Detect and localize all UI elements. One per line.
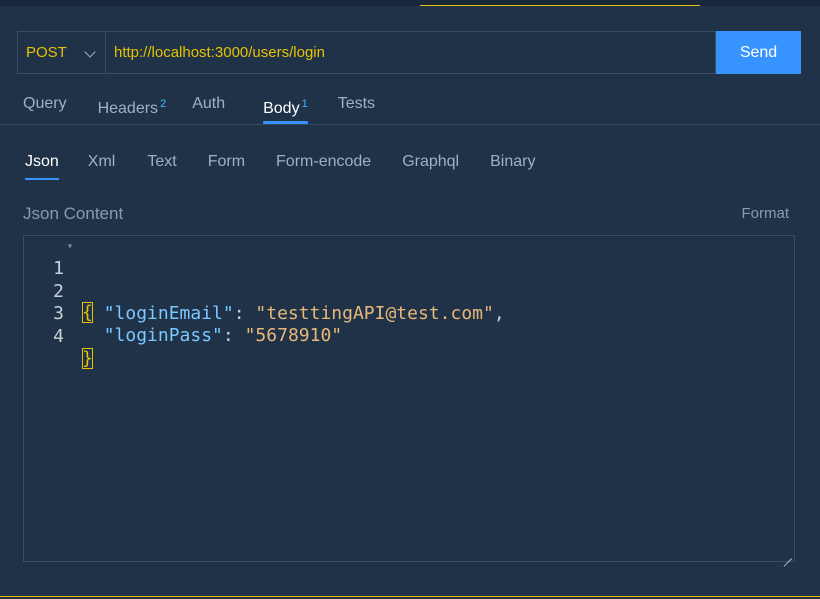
tab-badge: 2 xyxy=(160,98,167,110)
body-type-graphql[interactable]: Graphql xyxy=(402,152,459,180)
editor-line: 3 "loginPass": "5678910" xyxy=(24,281,342,346)
request-bar: POST Send xyxy=(17,31,801,74)
tabs-divider xyxy=(0,124,820,125)
editor-line: 2 "loginEmail": "testtingAPI@test.com", xyxy=(24,259,505,324)
tab-auth[interactable]: Auth xyxy=(192,92,225,125)
bottom-divider xyxy=(0,596,820,597)
url-input[interactable] xyxy=(105,31,716,74)
active-tab-indicator xyxy=(420,5,700,6)
body-type-json[interactable]: Json xyxy=(25,152,59,180)
body-type-xml[interactable]: Xml xyxy=(88,152,116,180)
fold-arrow-icon[interactable]: ▾ xyxy=(67,236,73,258)
line-number: 4 xyxy=(53,326,64,347)
body-type-text[interactable]: Text xyxy=(147,152,176,180)
body-type-form-encode[interactable]: Form-encode xyxy=(276,152,371,180)
tab-tests[interactable]: Tests xyxy=(338,92,375,125)
send-button[interactable]: Send xyxy=(716,31,801,74)
editor-line: 1 ▾ { xyxy=(24,236,93,323)
top-tab-strip xyxy=(0,0,820,6)
close-brace: } xyxy=(82,348,93,369)
tab-badge: 1 xyxy=(301,98,308,110)
method-value: POST xyxy=(26,44,67,61)
request-tabs: Query Headers 2 Auth Body 1 Tests xyxy=(23,92,375,125)
resize-handle-icon[interactable] xyxy=(783,550,792,559)
body-type-form[interactable]: Form xyxy=(208,152,245,180)
tab-label: Body xyxy=(263,100,300,117)
tab-label: Tests xyxy=(337,95,376,112)
json-value: "testtingAPI@test.com" xyxy=(255,303,494,324)
json-key: "loginEmail" xyxy=(103,303,234,324)
tab-query[interactable]: Query xyxy=(23,92,67,125)
json-comma: , xyxy=(493,303,505,324)
editor-line: 4 } xyxy=(24,304,93,369)
method-select[interactable]: POST xyxy=(17,31,105,74)
format-button[interactable]: Format xyxy=(741,205,789,222)
body-type-tabs: Json Xml Text Form Form-encode Graphql B… xyxy=(25,152,535,182)
tab-label: Query xyxy=(23,95,67,112)
tab-label: Headers xyxy=(97,100,159,117)
json-key: "loginPass" xyxy=(103,325,223,346)
content-label: Json Content xyxy=(23,204,124,223)
chevron-down-icon xyxy=(85,48,95,58)
tab-label: Auth xyxy=(192,95,226,112)
tab-body[interactable]: Body 1 xyxy=(263,92,308,125)
body-type-binary[interactable]: Binary xyxy=(490,152,535,180)
tab-headers[interactable]: Headers 2 xyxy=(98,92,167,125)
json-editor[interactable]: 1 ▾ { 2 "loginEmail": "testtingAPI@test.… xyxy=(23,235,795,562)
json-value: "5678910" xyxy=(244,325,343,346)
